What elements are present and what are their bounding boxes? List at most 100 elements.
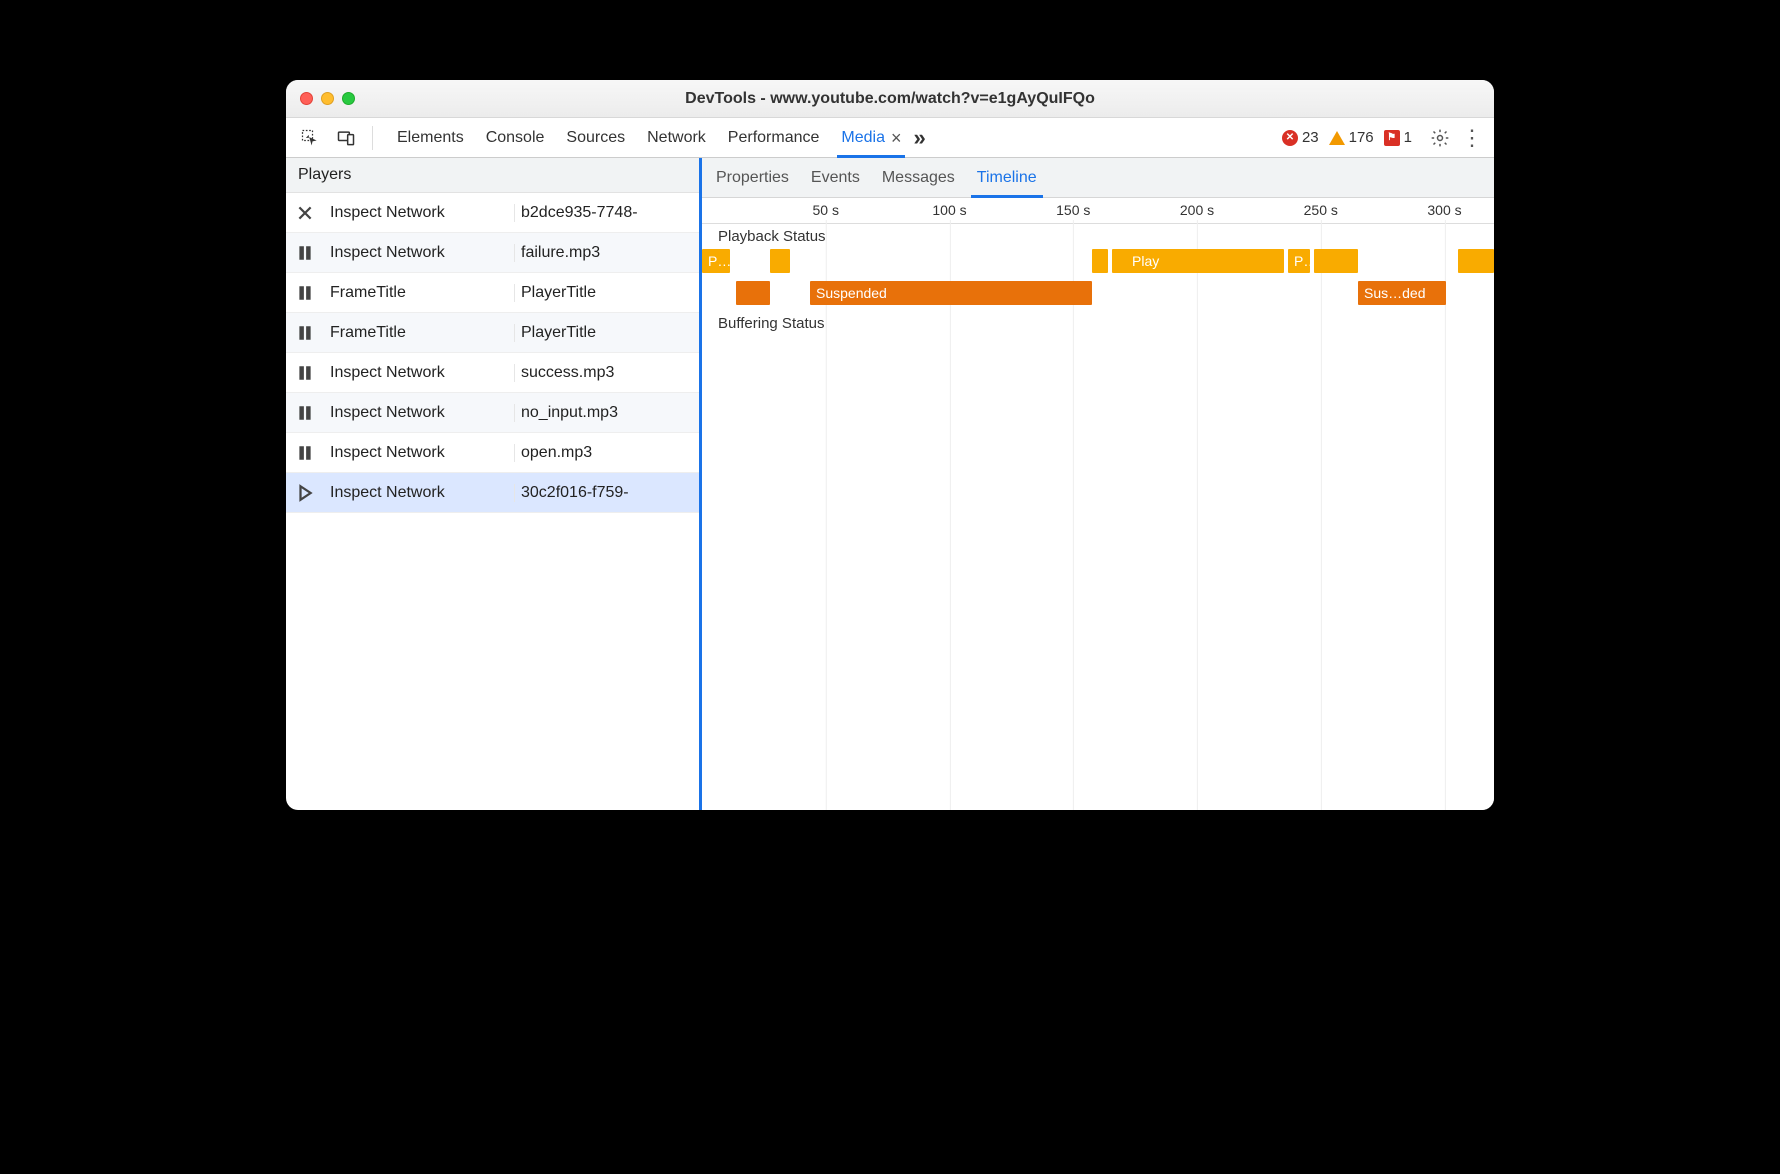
devtools-window: DevTools - www.youtube.com/watch?v=e1gAy… xyxy=(286,80,1494,810)
pause-icon xyxy=(286,244,324,262)
player-row[interactable]: Inspect Networksuccess.mp3 xyxy=(286,353,699,393)
window-title: DevTools - www.youtube.com/watch?v=e1gAy… xyxy=(286,90,1494,108)
timeline-segment[interactable] xyxy=(1314,249,1358,273)
tab-label: Elements xyxy=(397,129,464,147)
main-toolbar: Elements Console Sources Network Performance… xyxy=(286,118,1494,158)
tab-elements[interactable]: Elements xyxy=(397,118,464,157)
pause-icon xyxy=(286,404,324,422)
tab-label: Media xyxy=(841,129,885,147)
players-list: Inspect Networkb2dce935-7748-Inspect Net… xyxy=(286,193,699,810)
play-icon xyxy=(286,484,324,502)
timeline-segment[interactable] xyxy=(770,249,790,273)
inspect-element-icon[interactable] xyxy=(296,124,324,152)
info-count-value: 1 xyxy=(1404,129,1412,146)
timeline-lanes: Playback StatusP…PlayP…SuspendedSus…dedB… xyxy=(702,224,1494,338)
titlebar: DevTools - www.youtube.com/watch?v=e1gAy… xyxy=(286,80,1494,118)
players-header: Players xyxy=(286,158,699,193)
player-frame-title: Inspect Network xyxy=(324,444,514,462)
ruler-tick: 100 s xyxy=(932,202,966,218)
player-row[interactable]: Inspect Networkfailure.mp3 xyxy=(286,233,699,273)
timeline-segment[interactable]: P… xyxy=(1288,249,1310,273)
timeline-segment[interactable]: Suspended xyxy=(810,281,1092,305)
timeline-lane xyxy=(702,334,1494,338)
error-count[interactable]: ✕ 23 xyxy=(1282,129,1319,146)
subtab-properties[interactable]: Properties xyxy=(716,158,789,197)
warning-icon xyxy=(1329,131,1345,145)
settings-icon[interactable] xyxy=(1428,126,1452,150)
more-tabs-icon[interactable]: » xyxy=(913,125,923,151)
player-frame-title: FrameTitle xyxy=(324,324,514,342)
tab-performance[interactable]: Performance xyxy=(728,118,820,157)
subtab-timeline[interactable]: Timeline xyxy=(977,158,1037,197)
tab-label: Performance xyxy=(728,129,820,147)
error-count-value: 23 xyxy=(1302,129,1319,146)
media-subtabs: Properties Events Messages Timeline xyxy=(702,158,1494,198)
content-split: Players Inspect Networkb2dce935-7748-Ins… xyxy=(286,158,1494,810)
tab-label: Console xyxy=(486,129,545,147)
detail-pane: Properties Events Messages Timeline 50 s 100… xyxy=(702,158,1494,810)
pause-icon xyxy=(286,284,324,302)
player-title: PlayerTitle xyxy=(514,324,699,342)
ruler-tick: 200 s xyxy=(1180,202,1214,218)
player-title: PlayerTitle xyxy=(514,284,699,302)
main-tabs: Elements Console Sources Network Performance… xyxy=(397,118,901,157)
warning-count-value: 176 xyxy=(1349,129,1374,146)
info-icon: ⚑ xyxy=(1384,130,1400,146)
lane-label: Buffering Status xyxy=(702,311,1494,334)
ruler-tick: 250 s xyxy=(1304,202,1338,218)
player-title: no_input.mp3 xyxy=(514,404,699,422)
lane-label: Playback Status xyxy=(702,224,1494,247)
players-sidebar: Players Inspect Networkb2dce935-7748-Ins… xyxy=(286,158,702,810)
warning-count[interactable]: 176 xyxy=(1329,129,1374,146)
player-frame-title: Inspect Network xyxy=(324,404,514,422)
player-title: 30c2f016-f759- xyxy=(514,484,699,502)
player-title: failure.mp3 xyxy=(514,244,699,262)
pause-icon xyxy=(286,324,324,342)
timeline-lane: P…PlayP… xyxy=(702,247,1494,275)
tab-network[interactable]: Network xyxy=(647,118,706,157)
player-row[interactable]: Inspect Network30c2f016-f759- xyxy=(286,473,699,513)
tab-media[interactable]: Media × xyxy=(841,118,901,157)
error-icon: ✕ xyxy=(1282,130,1298,146)
more-options-icon[interactable]: ⋮ xyxy=(1460,126,1484,150)
tab-label: Network xyxy=(647,129,706,147)
player-title: success.mp3 xyxy=(514,364,699,382)
player-row[interactable]: FrameTitlePlayerTitle xyxy=(286,273,699,313)
timeline-segment[interactable]: Sus…ded xyxy=(1358,281,1446,305)
timeline-segment[interactable] xyxy=(1092,249,1108,273)
pause-icon xyxy=(286,364,324,382)
player-row[interactable]: Inspect Networkopen.mp3 xyxy=(286,433,699,473)
player-title: open.mp3 xyxy=(514,444,699,462)
ruler-tick: 300 s xyxy=(1427,202,1461,218)
player-row[interactable]: Inspect Networkno_input.mp3 xyxy=(286,393,699,433)
timeline-lane: Suspended Sus…ded xyxy=(702,279,1494,307)
timeline-ruler: 50 s 100 s 150 s 200 s 250 s 300 s xyxy=(702,198,1494,224)
ruler-tick: 150 s xyxy=(1056,202,1090,218)
player-row[interactable]: FrameTitlePlayerTitle xyxy=(286,313,699,353)
tab-sources[interactable]: Sources xyxy=(566,118,625,157)
player-frame-title: Inspect Network xyxy=(324,364,514,382)
info-count[interactable]: ⚑ 1 xyxy=(1384,129,1412,146)
issue-counts[interactable]: ✕ 23 176 ⚑ 1 xyxy=(1282,129,1412,146)
subtab-events[interactable]: Events xyxy=(811,158,860,197)
device-toolbar-icon[interactable] xyxy=(332,124,360,152)
timeline-segment[interactable]: P… xyxy=(702,249,730,273)
timeline-segment[interactable] xyxy=(1458,249,1494,273)
player-frame-title: Inspect Network xyxy=(324,204,514,222)
player-row[interactable]: Inspect Networkb2dce935-7748- xyxy=(286,193,699,233)
timeline-segment[interactable] xyxy=(736,281,770,305)
subtab-messages[interactable]: Messages xyxy=(882,158,955,197)
player-frame-title: Inspect Network xyxy=(324,484,514,502)
pause-icon xyxy=(286,444,324,462)
tab-label: Sources xyxy=(566,129,625,147)
ruler-tick: 50 s xyxy=(813,202,839,218)
separator xyxy=(372,126,373,150)
close-icon xyxy=(286,204,324,222)
close-icon[interactable]: × xyxy=(891,129,902,147)
timeline-panel: 50 s 100 s 150 s 200 s 250 s 300 s Playback S… xyxy=(702,198,1494,810)
player-title: b2dce935-7748- xyxy=(514,204,699,222)
timeline-segment[interactable]: Play xyxy=(1126,249,1284,273)
player-frame-title: Inspect Network xyxy=(324,244,514,262)
tab-console[interactable]: Console xyxy=(486,118,545,157)
player-frame-title: FrameTitle xyxy=(324,284,514,302)
